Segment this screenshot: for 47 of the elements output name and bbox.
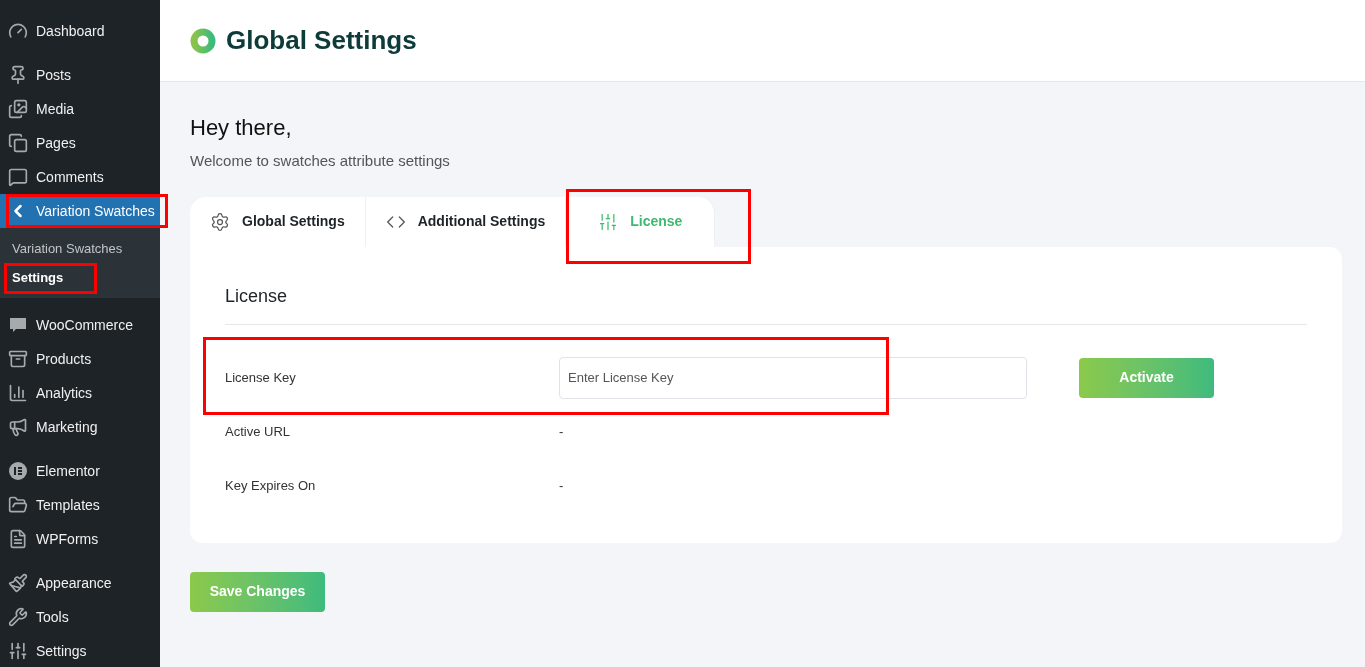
form-icon bbox=[8, 529, 28, 549]
sidebar-item[interactable]: Settings bbox=[0, 634, 160, 667]
pin-icon bbox=[8, 65, 28, 85]
greeting-subtitle: Welcome to swatches attribute settings bbox=[190, 151, 451, 171]
archive-icon bbox=[8, 349, 28, 369]
sidebar-item[interactable]: Media bbox=[0, 92, 160, 126]
sidebar-item[interactable]: Dashboard bbox=[0, 14, 160, 48]
sidebar-item[interactable]: Appearance bbox=[0, 566, 160, 600]
folder-icon bbox=[8, 495, 28, 515]
field-value: - bbox=[559, 422, 564, 441]
sidebar-item[interactable]: Products bbox=[0, 342, 160, 376]
field-label: License Key bbox=[225, 368, 297, 387]
tab[interactable]: Additional Settings bbox=[365, 196, 567, 247]
sidebar-item[interactable]: WooCommerce bbox=[0, 308, 160, 342]
card-title: License bbox=[225, 282, 1307, 325]
wrench-icon bbox=[8, 607, 28, 627]
page-title: Global Settings bbox=[226, 24, 417, 57]
gauge-icon bbox=[8, 21, 28, 41]
images-icon bbox=[8, 99, 28, 119]
sidebar-item[interactable]: Pages bbox=[0, 126, 160, 160]
sidebar-item[interactable]: Templates bbox=[0, 488, 160, 522]
sidebar-item[interactable]: WPForms bbox=[0, 522, 160, 556]
megaphone-icon bbox=[8, 417, 28, 437]
bar-chart-icon bbox=[8, 383, 28, 403]
sliders-icon bbox=[8, 641, 28, 661]
sidebar-item[interactable]: Tools bbox=[0, 600, 160, 634]
speech-bubble-icon bbox=[8, 167, 28, 187]
sliders-icon bbox=[598, 211, 619, 232]
sidebar-item[interactable]: Posts bbox=[0, 58, 160, 92]
submenu-item[interactable]: Variation Swatches bbox=[0, 234, 160, 263]
field-label: Active URL bbox=[225, 422, 292, 441]
ring-icon bbox=[190, 27, 216, 54]
license-key-field[interactable]: Enter License Key bbox=[559, 356, 1027, 399]
paintbrush-icon bbox=[8, 573, 28, 593]
sidebar-item[interactable]: Marketing bbox=[0, 410, 160, 444]
circle-icon bbox=[8, 461, 28, 481]
sidebar-item[interactable]: Comments bbox=[0, 160, 160, 194]
greeting-title: Hey there, bbox=[190, 114, 293, 142]
submenu-item[interactable]: Settings bbox=[0, 263, 160, 292]
sidebar-item[interactable]: Analytics bbox=[0, 376, 160, 410]
settings-icon bbox=[210, 211, 230, 232]
sidebar-item[interactable]: Elementor bbox=[0, 454, 160, 488]
pages-icon bbox=[8, 133, 28, 153]
speech-bubble-icon bbox=[8, 315, 28, 335]
field-value: - bbox=[559, 476, 564, 495]
field-label: Key Expires On bbox=[225, 476, 317, 495]
tab[interactable]: Global Settings bbox=[190, 196, 366, 247]
